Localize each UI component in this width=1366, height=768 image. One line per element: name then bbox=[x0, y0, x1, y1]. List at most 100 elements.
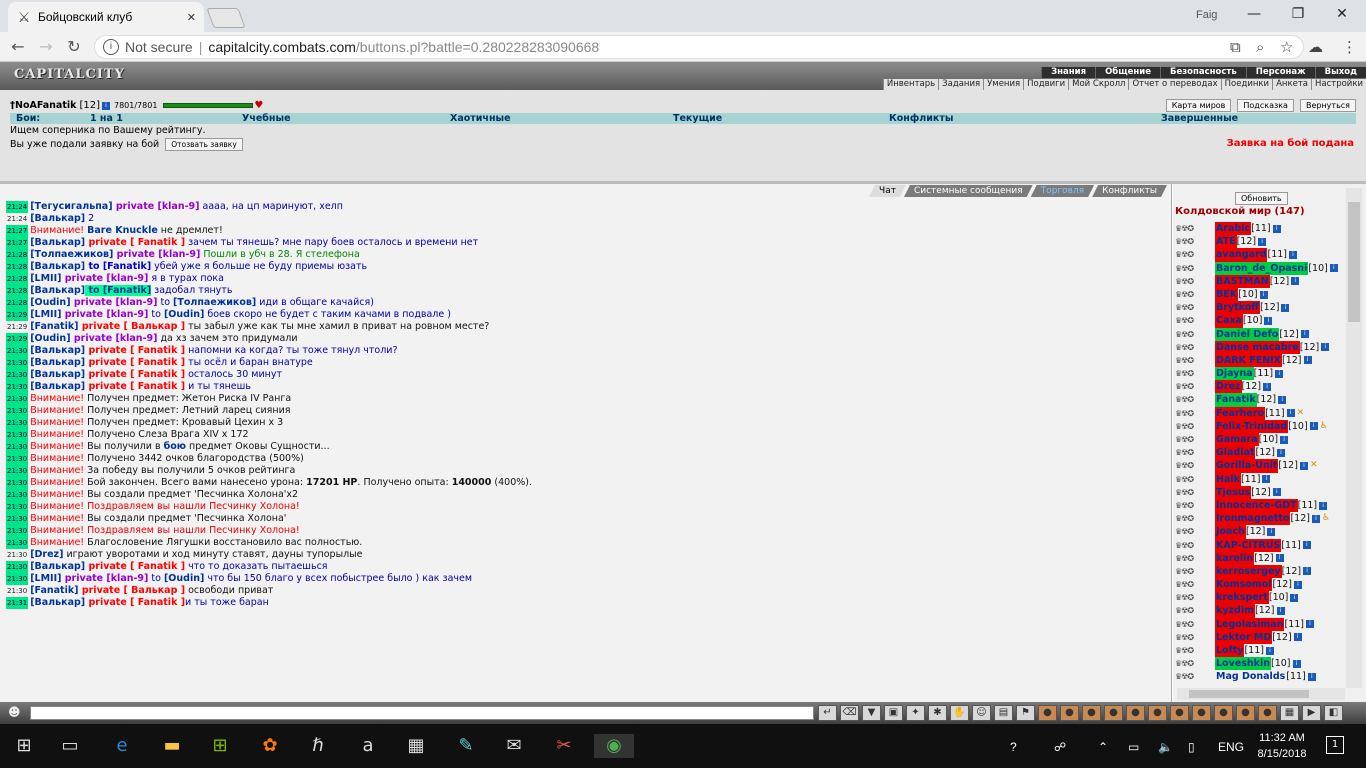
online-user-name[interactable]: ATE bbox=[1215, 235, 1237, 249]
online-user-name[interactable]: Ironmagnetto bbox=[1215, 512, 1291, 526]
mail-icon[interactable]: ✉ bbox=[502, 734, 526, 758]
amulet-icon[interactable]: ● bbox=[1170, 705, 1189, 721]
online-user-name[interactable]: Tjesus bbox=[1215, 485, 1252, 499]
smiles-icon[interactable]: ☺ bbox=[972, 705, 991, 721]
user-status-icon[interactable]: ♛☢✪ bbox=[1175, 499, 1215, 512]
online-user-name[interactable]: Fearhero bbox=[1215, 406, 1266, 420]
gallery-icon[interactable]: ▦ bbox=[1280, 705, 1299, 721]
chat-nick[interactable]: private [ Fanatik ] bbox=[85, 345, 185, 356]
volume-icon[interactable]: 🔈 bbox=[1158, 740, 1173, 754]
info-icon[interactable]: i bbox=[1267, 527, 1276, 536]
chat-timestamp[interactable]: 21:30 bbox=[6, 345, 29, 357]
info-icon[interactable]: i bbox=[1280, 435, 1289, 444]
menu-security[interactable]: Безопасность bbox=[1159, 67, 1246, 78]
chat-timestamp[interactable]: 21:30 bbox=[6, 441, 29, 453]
puzzle-icon[interactable]: ✿ bbox=[258, 734, 282, 758]
user-status-icon[interactable]: ♛☢✪ bbox=[1175, 420, 1215, 433]
submenu-battles[interactable]: Поединки bbox=[1220, 79, 1272, 90]
info-icon[interactable]: i bbox=[1263, 382, 1272, 391]
chat-nick[interactable]: [Fanatik] bbox=[30, 585, 78, 596]
send-icon[interactable]: ↵ bbox=[818, 705, 837, 721]
return-button[interactable]: Вернуться bbox=[1299, 99, 1356, 112]
task-view-icon[interactable]: ▭ bbox=[58, 734, 82, 758]
online-user-name[interactable]: kyzdim bbox=[1215, 604, 1255, 618]
chat-nick[interactable]: [Валькар] bbox=[30, 285, 85, 296]
chat-nick[interactable]: [Валькар] bbox=[30, 369, 85, 380]
chevron-up-icon[interactable]: ⌃ bbox=[1098, 740, 1108, 754]
scroll-icon[interactable]: ● bbox=[1126, 705, 1145, 721]
online-user-name[interactable]: Danse macabre bbox=[1215, 340, 1300, 354]
online-user-name[interactable]: BEK bbox=[1215, 287, 1239, 302]
info-icon[interactable]: i bbox=[1278, 396, 1287, 405]
online-user-name[interactable]: Haik bbox=[1215, 472, 1241, 486]
info-icon[interactable]: i bbox=[1319, 501, 1328, 510]
user-status-icon[interactable]: ♛☢✪ bbox=[1175, 314, 1215, 327]
boot-icon[interactable]: ● bbox=[1148, 705, 1167, 721]
online-user-name[interactable]: Drez bbox=[1215, 380, 1242, 394]
user-status-icon[interactable]: ♛☢✪ bbox=[1175, 433, 1215, 446]
clock[interactable]: 11:32 AM 8/15/2018 bbox=[1252, 730, 1312, 762]
chat-nick[interactable]: private [ Fanatik ] bbox=[85, 381, 185, 392]
chat-nick[interactable]: private [ Валькар ] bbox=[79, 321, 185, 332]
chat-nick[interactable]: [Валькар] bbox=[30, 381, 85, 392]
online-user-name[interactable]: KAP-CITRUS bbox=[1215, 538, 1282, 552]
online-user-name[interactable]: BASTMAN bbox=[1215, 274, 1270, 288]
user-status-icon[interactable]: ♛☢✪ bbox=[1175, 301, 1215, 314]
chat-timestamp[interactable]: 21:24 bbox=[6, 201, 29, 213]
online-user-name[interactable]: Innocence-GDT bbox=[1215, 498, 1298, 513]
online-user-name[interactable]: Gamara bbox=[1215, 433, 1259, 447]
menu-exit[interactable]: Выход bbox=[1314, 67, 1366, 78]
chat-timestamp[interactable]: 21:24 bbox=[6, 213, 28, 225]
chat-timestamp[interactable]: 21:30 bbox=[6, 405, 29, 417]
chat-nick[interactable]: private [ Fanatik ] bbox=[85, 237, 185, 248]
user-status-icon[interactable]: ♛☢✪ bbox=[1175, 644, 1215, 657]
filter-icon[interactable]: ▼ bbox=[862, 705, 881, 721]
chat-nick[interactable]: private [ Валькар ] bbox=[79, 585, 185, 596]
submenu-profile[interactable]: Анкета bbox=[1272, 79, 1311, 90]
reload-icon[interactable]: ↻ bbox=[64, 37, 84, 57]
next-icon[interactable]: ▶ bbox=[1302, 705, 1321, 721]
forward-icon[interactable]: → bbox=[36, 37, 56, 57]
notification-icon[interactable]: 1 bbox=[1326, 736, 1344, 754]
book-icon[interactable]: ▤ bbox=[994, 705, 1013, 721]
minimize-icon[interactable]: — bbox=[1232, 4, 1276, 24]
chat-timestamp[interactable]: 21:29 bbox=[6, 321, 28, 333]
user-status-icon[interactable]: ♛☢✪ bbox=[1175, 341, 1215, 354]
money-icon[interactable]: ● bbox=[1082, 705, 1101, 721]
chat-timestamp[interactable]: 21:30 bbox=[6, 549, 28, 561]
tab-one-on-one[interactable]: 1 на 1 bbox=[90, 113, 123, 124]
clan-icon[interactable]: ⚑ bbox=[1016, 705, 1035, 721]
online-user-name[interactable]: Caxa bbox=[1215, 314, 1243, 328]
store-icon[interactable]: ⊞ bbox=[208, 734, 232, 758]
online-user-name[interactable]: Felix-Trinidad bbox=[1215, 419, 1289, 433]
user-status-icon[interactable]: ♛☢✪ bbox=[1175, 222, 1215, 235]
chat-nick[interactable]: [Толпаежиков] bbox=[30, 249, 113, 260]
user-status-icon[interactable]: ♛☢✪ bbox=[1175, 393, 1215, 406]
user-status-icon[interactable]: ♛☢✪ bbox=[1175, 459, 1215, 472]
online-user-name[interactable]: Lofty bbox=[1215, 644, 1245, 658]
help-icon[interactable]: ? bbox=[1010, 740, 1017, 754]
submenu-transfer-report[interactable]: Отчет о переводах bbox=[1128, 79, 1220, 90]
info-icon[interactable]: i bbox=[1275, 554, 1284, 563]
online-user-name[interactable]: Gorilla-Unit bbox=[1215, 459, 1279, 473]
bag-icon[interactable]: ● bbox=[1038, 705, 1057, 721]
menu-knowledge[interactable]: Знания bbox=[1041, 67, 1095, 78]
chat-nick[interactable]: [Oudin] bbox=[164, 573, 204, 584]
user-status-icon[interactable]: ♛☢✪ bbox=[1175, 235, 1215, 248]
chat-nick[interactable]: private [klan-9] bbox=[61, 309, 149, 320]
chat-nick[interactable]: [Oudin] bbox=[30, 333, 70, 344]
chat-timestamp[interactable]: 21:30 bbox=[6, 453, 29, 465]
info-icon[interactable]: i bbox=[1311, 514, 1320, 523]
tab-chat[interactable]: Чат bbox=[869, 185, 906, 197]
info-icon[interactable]: i bbox=[1289, 250, 1297, 259]
walk-icon[interactable]: ✦ bbox=[906, 705, 925, 721]
chat-timestamp[interactable]: 21:30 bbox=[6, 573, 29, 585]
calculator-icon[interactable]: ▦ bbox=[404, 734, 428, 758]
info-icon[interactable]: i bbox=[1265, 646, 1274, 655]
chat-nick[interactable]: [Drez] bbox=[30, 549, 63, 560]
online-user-name[interactable]: Lektor MD bbox=[1215, 630, 1273, 644]
user-status-icon[interactable]: ♛☢✪ bbox=[1175, 631, 1215, 644]
info-icon[interactable]: i bbox=[1275, 369, 1284, 378]
eraser-icon[interactable]: ⌫ bbox=[840, 705, 859, 721]
paint-icon[interactable]: ✎ bbox=[454, 734, 478, 758]
